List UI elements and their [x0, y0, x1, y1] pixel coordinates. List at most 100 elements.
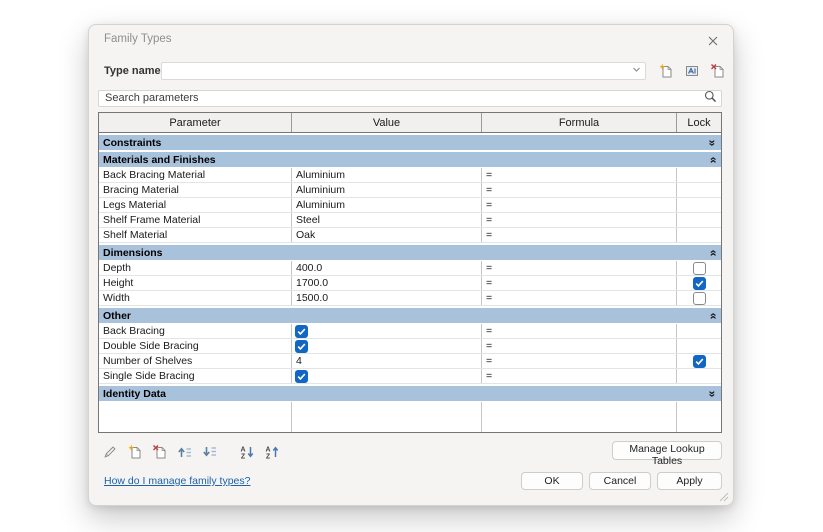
- move-parameter-up-icon[interactable]: [177, 444, 193, 460]
- parameter-value-cell[interactable]: 1500.0: [292, 291, 482, 305]
- type-name-combobox[interactable]: [161, 62, 646, 80]
- empty-cell: [99, 402, 292, 432]
- search-field: [98, 88, 722, 105]
- lock-cell[interactable]: [677, 261, 721, 275]
- formula-cell[interactable]: =: [482, 198, 677, 212]
- collapse-section-icon[interactable]: »: [708, 156, 718, 163]
- table-row: Number of Shelves4=: [99, 354, 721, 369]
- value-checkbox[interactable]: [295, 340, 308, 353]
- lock-checkbox[interactable]: [693, 262, 706, 275]
- section-header-identity-data[interactable]: Identity Data»: [99, 386, 721, 401]
- column-header-value[interactable]: Value: [292, 113, 482, 132]
- parameter-value-cell[interactable]: 4: [292, 354, 482, 368]
- parameter-name-cell: Number of Shelves: [99, 354, 292, 368]
- column-header-formula[interactable]: Formula: [482, 113, 677, 132]
- column-header-parameter[interactable]: Parameter: [99, 113, 292, 132]
- lock-cell: [677, 339, 721, 353]
- parameter-value-cell[interactable]: [292, 324, 482, 338]
- empty-cell: [292, 402, 482, 432]
- parameter-value-cell[interactable]: [292, 369, 482, 383]
- formula-cell[interactable]: =: [482, 291, 677, 305]
- new-type-icon[interactable]: [658, 63, 674, 79]
- lock-checkbox[interactable]: [693, 292, 706, 305]
- delete-type-icon[interactable]: [710, 63, 726, 79]
- table-body: Constraints » Materials and Finishes » Back …: [99, 135, 721, 433]
- formula-cell[interactable]: =: [482, 168, 677, 182]
- formula-cell[interactable]: =: [482, 213, 677, 227]
- parameter-value-cell[interactable]: Steel: [292, 213, 482, 227]
- lock-checkbox[interactable]: [693, 355, 706, 368]
- table-row: Double Side Bracing=: [99, 339, 721, 354]
- sort-ascending-icon[interactable]: AZ: [239, 444, 255, 460]
- lock-checkbox[interactable]: [693, 277, 706, 290]
- edit-parameter-icon[interactable]: [102, 444, 118, 460]
- formula-cell[interactable]: =: [482, 261, 677, 275]
- value-checkbox[interactable]: [295, 370, 308, 383]
- section-title: Other: [103, 310, 131, 322]
- lock-cell[interactable]: [677, 354, 721, 368]
- dialog-footer: How do I manage family types? OK Cancel …: [89, 472, 733, 490]
- formula-cell[interactable]: =: [482, 369, 677, 383]
- parameter-name-cell: Depth: [99, 261, 292, 275]
- collapse-section-icon[interactable]: »: [708, 312, 718, 319]
- svg-text:Z: Z: [266, 454, 271, 461]
- parameter-value-cell[interactable]: 1700.0: [292, 276, 482, 290]
- expand-section-icon[interactable]: »: [708, 139, 718, 146]
- section-title: Materials and Finishes: [103, 154, 216, 166]
- parameter-value-cell[interactable]: Aluminium: [292, 198, 482, 212]
- formula-cell[interactable]: =: [482, 339, 677, 353]
- table-row: Shelf MaterialOak=: [99, 228, 721, 243]
- formula-cell[interactable]: =: [482, 324, 677, 338]
- ok-button[interactable]: OK: [521, 472, 583, 490]
- family-types-dialog: Family Types Type name: ParameterValueFo…: [88, 24, 734, 506]
- table-row: Height1700.0=: [99, 276, 721, 291]
- column-header-lock[interactable]: Lock: [677, 113, 721, 132]
- sort-descending-icon[interactable]: AZ: [264, 444, 280, 460]
- parameter-name-cell: Single Side Bracing: [99, 369, 292, 383]
- table-row: Width1500.0=: [99, 291, 721, 306]
- new-parameter-icon[interactable]: [127, 444, 143, 460]
- svg-text:A: A: [265, 447, 270, 454]
- formula-cell[interactable]: =: [482, 228, 677, 242]
- search-icon[interactable]: [703, 89, 718, 104]
- cancel-button[interactable]: Cancel: [589, 472, 651, 490]
- parameter-value-cell[interactable]: [292, 339, 482, 353]
- rename-type-icon[interactable]: [684, 63, 700, 79]
- parameter-name-cell: Back Bracing: [99, 324, 292, 338]
- parameter-value-cell[interactable]: Oak: [292, 228, 482, 242]
- search-input[interactable]: [98, 90, 722, 107]
- value-checkbox[interactable]: [295, 325, 308, 338]
- section-header-constraints[interactable]: Constraints »: [99, 135, 721, 150]
- lock-cell: [677, 198, 721, 212]
- parameter-value-cell[interactable]: Aluminium: [292, 183, 482, 197]
- section-header-materials-and-finishes[interactable]: Materials and Finishes »: [99, 152, 721, 167]
- table-header: ParameterValueFormulaLock: [99, 113, 721, 133]
- move-parameter-down-icon[interactable]: [202, 444, 218, 460]
- delete-parameter-icon[interactable]: [152, 444, 168, 460]
- apply-button[interactable]: Apply: [657, 472, 722, 490]
- chevron-down-icon[interactable]: [631, 64, 642, 78]
- parameter-value-cell[interactable]: Aluminium: [292, 168, 482, 182]
- section-title: Dimensions: [103, 247, 163, 259]
- collapse-section-icon[interactable]: »: [708, 249, 718, 256]
- lock-cell: [677, 369, 721, 383]
- lock-cell[interactable]: [677, 276, 721, 290]
- section-header-dimensions[interactable]: Dimensions »: [99, 245, 721, 260]
- formula-cell[interactable]: =: [482, 276, 677, 290]
- expand-section-icon[interactable]: »: [708, 390, 718, 397]
- manage-lookup-tables-button[interactable]: Manage Lookup Tables: [612, 441, 722, 460]
- formula-cell[interactable]: =: [482, 183, 677, 197]
- table-row: Bracing MaterialAluminium=: [99, 183, 721, 198]
- parameter-value-cell[interactable]: 400.0: [292, 261, 482, 275]
- formula-cell[interactable]: =: [482, 354, 677, 368]
- resize-grip[interactable]: [717, 489, 729, 501]
- svg-text:Z: Z: [241, 454, 246, 461]
- help-link[interactable]: How do I manage family types?: [104, 475, 251, 487]
- table-row: Single Side Bracing =: [99, 369, 721, 384]
- parameter-name-cell: Shelf Material: [99, 228, 292, 242]
- section-header-other[interactable]: Other »: [99, 308, 721, 323]
- lock-cell[interactable]: [677, 291, 721, 305]
- close-icon[interactable]: [705, 33, 721, 49]
- section-title: Constraints: [103, 137, 161, 149]
- parameters-table: ParameterValueFormulaLock Constraints»Ma…: [98, 112, 722, 433]
